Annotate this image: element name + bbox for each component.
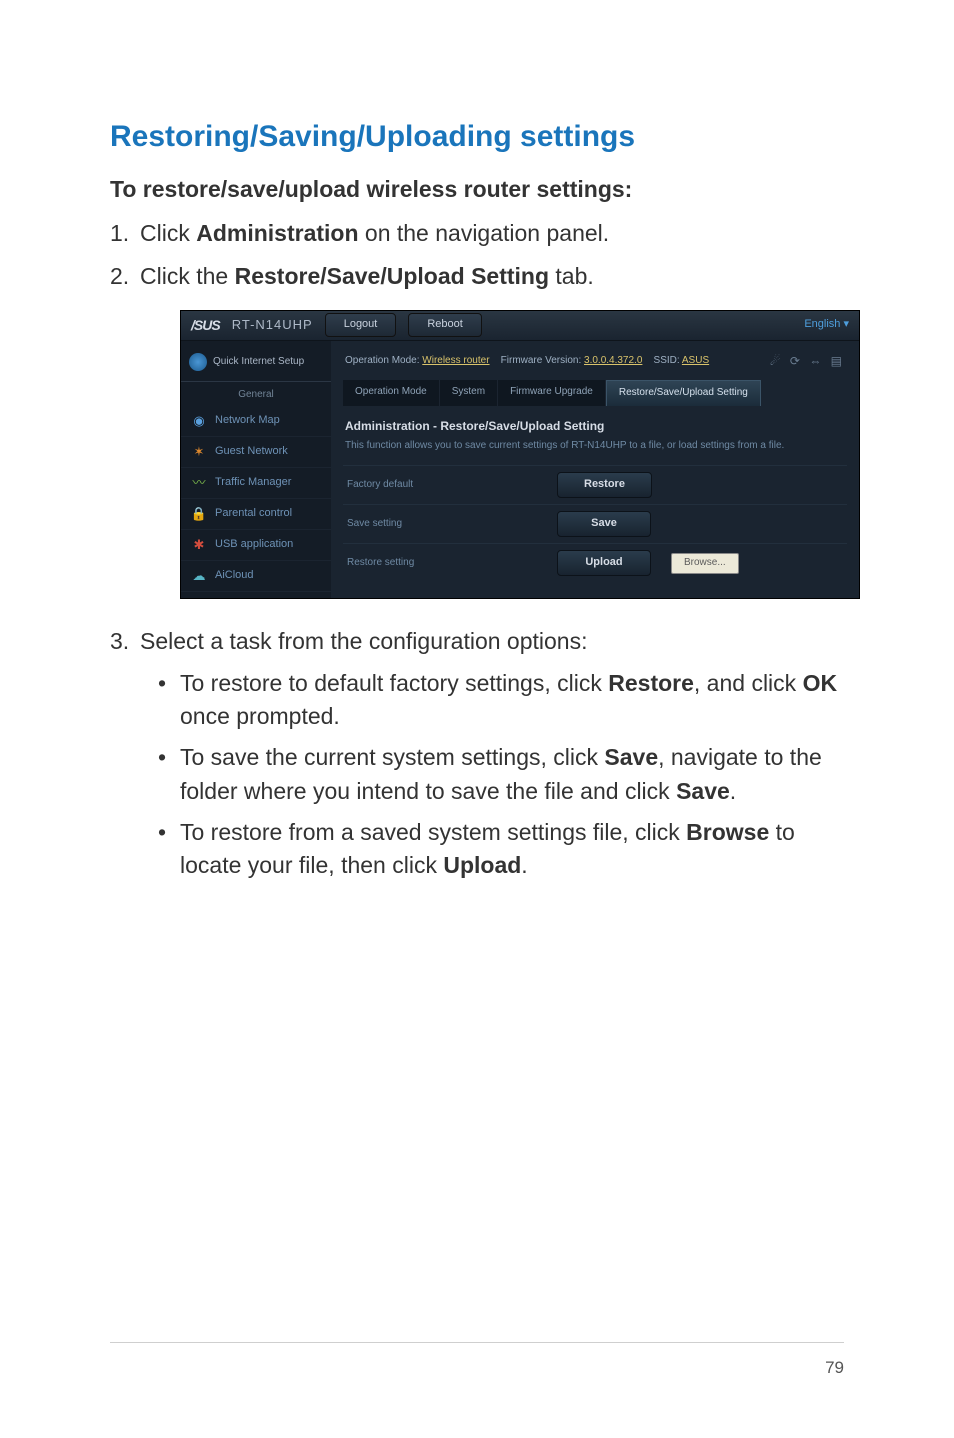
sub-heading: To restore/save/upload wireless router s… (110, 176, 844, 203)
usb-application-icon: ✱ (191, 537, 207, 553)
b3-pre: To restore from a saved system settings … (180, 819, 686, 845)
sub-bullets: To restore to default factory settings, … (140, 667, 844, 883)
ssid-label: SSID: (654, 355, 680, 366)
network-map-label: Network Map (215, 413, 280, 429)
screenshot-topbar: /SUS RT-N14UHP Logout Reboot English (181, 311, 859, 341)
sidebar-item-usb-application[interactable]: ✱ USB application (181, 530, 331, 561)
step-2-post: tab. (549, 263, 594, 289)
step-1: Click Administration on the navigation p… (110, 217, 844, 250)
network-map-icon: ◉ (191, 413, 207, 429)
b3-post: . (521, 852, 527, 878)
row-save-setting: Save setting Save (343, 504, 847, 543)
parental-control-icon: 🔒 (191, 506, 207, 522)
reboot-button[interactable]: Reboot (408, 313, 481, 337)
page-number: 79 (825, 1358, 844, 1378)
b2-pre: To save the current system settings, cli… (180, 744, 604, 770)
tab-system[interactable]: System (440, 380, 498, 406)
model-label: RT-N14UHP (232, 316, 313, 335)
save-setting-label: Save setting (347, 517, 537, 532)
guest-network-label: Guest Network (215, 444, 288, 460)
b1-bold1: Restore (608, 670, 694, 696)
row-restore-setting: Restore setting Upload Browse... (343, 543, 847, 582)
b3-bold1: Browse (686, 819, 769, 845)
b1-mid: , and click (694, 670, 803, 696)
bullet-2: To save the current system settings, cli… (140, 741, 844, 808)
sidebar-item-parental-control[interactable]: 🔒 Parental control (181, 499, 331, 530)
save-button[interactable]: Save (557, 511, 651, 537)
sidebar-item-network-map[interactable]: ◉ Network Map (181, 406, 331, 437)
b1-bold2: OK (803, 670, 838, 696)
opmode-value[interactable]: Wireless router (422, 355, 489, 366)
asus-logo: /SUS (191, 315, 220, 335)
bullet-1: To restore to default factory settings, … (140, 667, 844, 734)
step-2-pre: Click the (140, 263, 235, 289)
restore-setting-label: Restore setting (347, 556, 537, 571)
fw-value[interactable]: 3.0.0.4.372.0 (584, 355, 642, 366)
main-panel: Operation Mode: Wireless router Firmware… (331, 341, 859, 599)
step-2-bold: Restore/Save/Upload Setting (235, 263, 549, 289)
step-2: Click the Restore/Save/Upload Setting ta… (110, 260, 844, 599)
step-3-text: Select a task from the configuration opt… (140, 628, 587, 654)
b2-bold2: Save (676, 778, 730, 804)
status-icons: ☄ ⟳ ⇔ ▤ (770, 353, 845, 370)
quick-setup-label: Quick Internet Setup (213, 356, 304, 368)
logout-button[interactable]: Logout (325, 313, 397, 337)
ssid-value[interactable]: ASUS (682, 355, 709, 366)
language-selector[interactable]: English (804, 317, 849, 333)
guest-network-icon: ✶ (191, 444, 207, 460)
bullet-3: To restore from a saved system settings … (140, 816, 844, 883)
panel-title: Administration - Restore/Save/Upload Set… (343, 412, 847, 437)
step-3: Select a task from the configuration opt… (110, 625, 844, 882)
quick-setup-icon (189, 353, 207, 371)
sidebar-item-guest-network[interactable]: ✶ Guest Network (181, 437, 331, 468)
step-1-pre: Click (140, 220, 196, 246)
sidebar-section-general: General (181, 382, 331, 407)
tab-restore-save-upload[interactable]: Restore/Save/Upload Setting (606, 380, 761, 406)
traffic-manager-icon: 〰 (191, 475, 207, 491)
step-1-bold: Administration (196, 220, 358, 246)
router-screenshot: /SUS RT-N14UHP Logout Reboot English Qui… (180, 310, 860, 600)
b1-pre: To restore to default factory settings, … (180, 670, 608, 696)
tabs: Operation Mode System Firmware Upgrade R… (343, 380, 847, 406)
row-factory-default: Factory default Restore (343, 465, 847, 504)
sidebar-quick-setup[interactable]: Quick Internet Setup (181, 347, 331, 382)
section-heading: Restoring/Saving/Uploading settings (110, 120, 844, 154)
b3-bold2: Upload (443, 852, 521, 878)
factory-default-label: Factory default (347, 478, 537, 493)
step-1-post: on the navigation panel. (359, 220, 610, 246)
b2-post: . (730, 778, 736, 804)
status-line: Operation Mode: Wireless router Firmware… (343, 349, 847, 380)
panel-description: This function allows you to save current… (343, 437, 847, 466)
fw-label: Firmware Version: (501, 355, 582, 366)
b2-bold1: Save (604, 744, 658, 770)
tab-operation-mode[interactable]: Operation Mode (343, 380, 440, 406)
usb-application-label: USB application (215, 537, 293, 553)
restore-button[interactable]: Restore (557, 472, 652, 498)
screenshot-body: Quick Internet Setup General ◉ Network M… (181, 341, 859, 599)
browse-button[interactable]: Browse... (671, 553, 739, 574)
footer-divider (110, 1342, 844, 1343)
sidebar-item-traffic-manager[interactable]: 〰 Traffic Manager (181, 468, 331, 499)
parental-control-label: Parental control (215, 506, 292, 522)
opmode-label: Operation Mode: (345, 355, 420, 366)
tab-firmware-upgrade[interactable]: Firmware Upgrade (498, 380, 606, 406)
sidebar: Quick Internet Setup General ◉ Network M… (181, 341, 331, 599)
b1-post: once prompted. (180, 703, 340, 729)
upload-button[interactable]: Upload (557, 550, 651, 576)
steps-list: Click Administration on the navigation p… (110, 217, 844, 883)
aicloud-label: AiCloud (215, 568, 254, 584)
traffic-manager-label: Traffic Manager (215, 475, 291, 491)
aicloud-icon: ☁ (191, 568, 207, 584)
sidebar-item-aicloud[interactable]: ☁ AiCloud (181, 561, 331, 592)
